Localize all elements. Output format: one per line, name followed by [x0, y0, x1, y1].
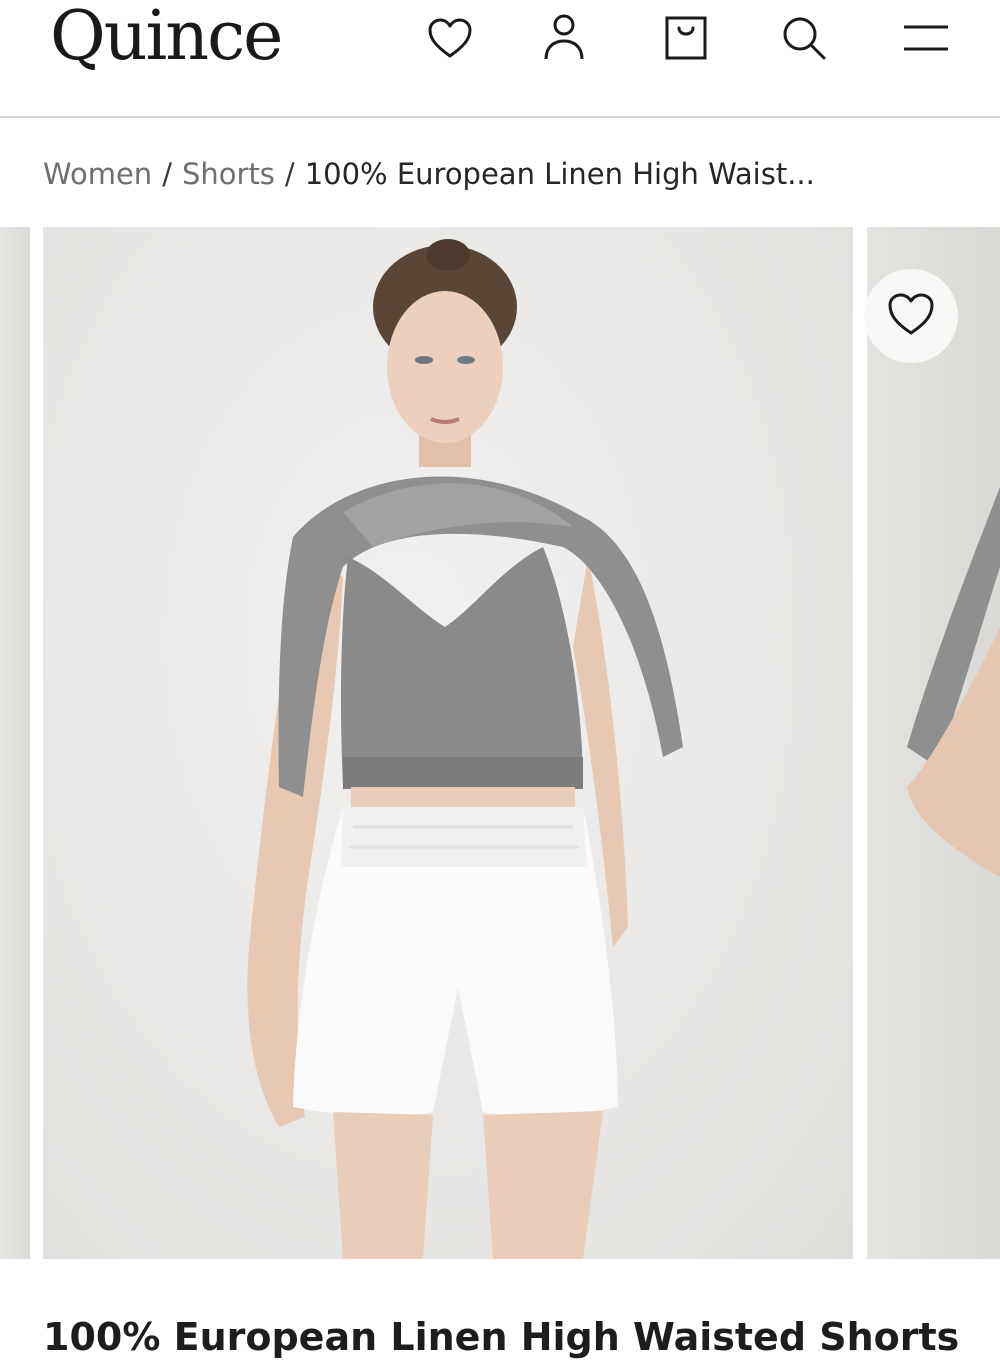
next-image-peek[interactable] [867, 227, 1000, 1259]
shopping-bag-icon [664, 14, 708, 62]
product-image-carousel[interactable] [0, 227, 1000, 1259]
account-button[interactable] [536, 10, 592, 66]
product-image-main[interactable] [43, 227, 853, 1259]
site-header: Quince [0, 0, 1000, 118]
menu-button[interactable] [898, 10, 954, 66]
menu-icon [902, 20, 950, 56]
account-icon [542, 13, 586, 63]
model-photo-illustration [247, 239, 683, 1259]
breadcrumb: Women / Shorts / 100% European Linen High Wa… [43, 154, 815, 194]
breadcrumb-link-women[interactable]: Women [43, 157, 152, 191]
cart-button[interactable] [658, 10, 714, 66]
next-image-illustration [907, 487, 1000, 877]
previous-image-peek[interactable] [0, 227, 30, 1259]
add-to-wishlist-button[interactable] [864, 269, 958, 363]
heart-icon [426, 16, 474, 60]
breadcrumb-separator: / [284, 157, 295, 191]
heart-icon [885, 290, 937, 342]
breadcrumb-current: 100% European Linen High Waist... [304, 157, 815, 191]
breadcrumb-link-shorts[interactable]: Shorts [182, 157, 275, 191]
wishlist-button[interactable] [422, 10, 478, 66]
quince-logo[interactable]: Quince [50, 0, 283, 78]
search-button[interactable] [776, 10, 832, 66]
breadcrumb-separator: / [162, 157, 172, 191]
search-icon [780, 14, 828, 62]
product-title: 100% European Linen High Waisted Shorts [43, 1315, 960, 1360]
